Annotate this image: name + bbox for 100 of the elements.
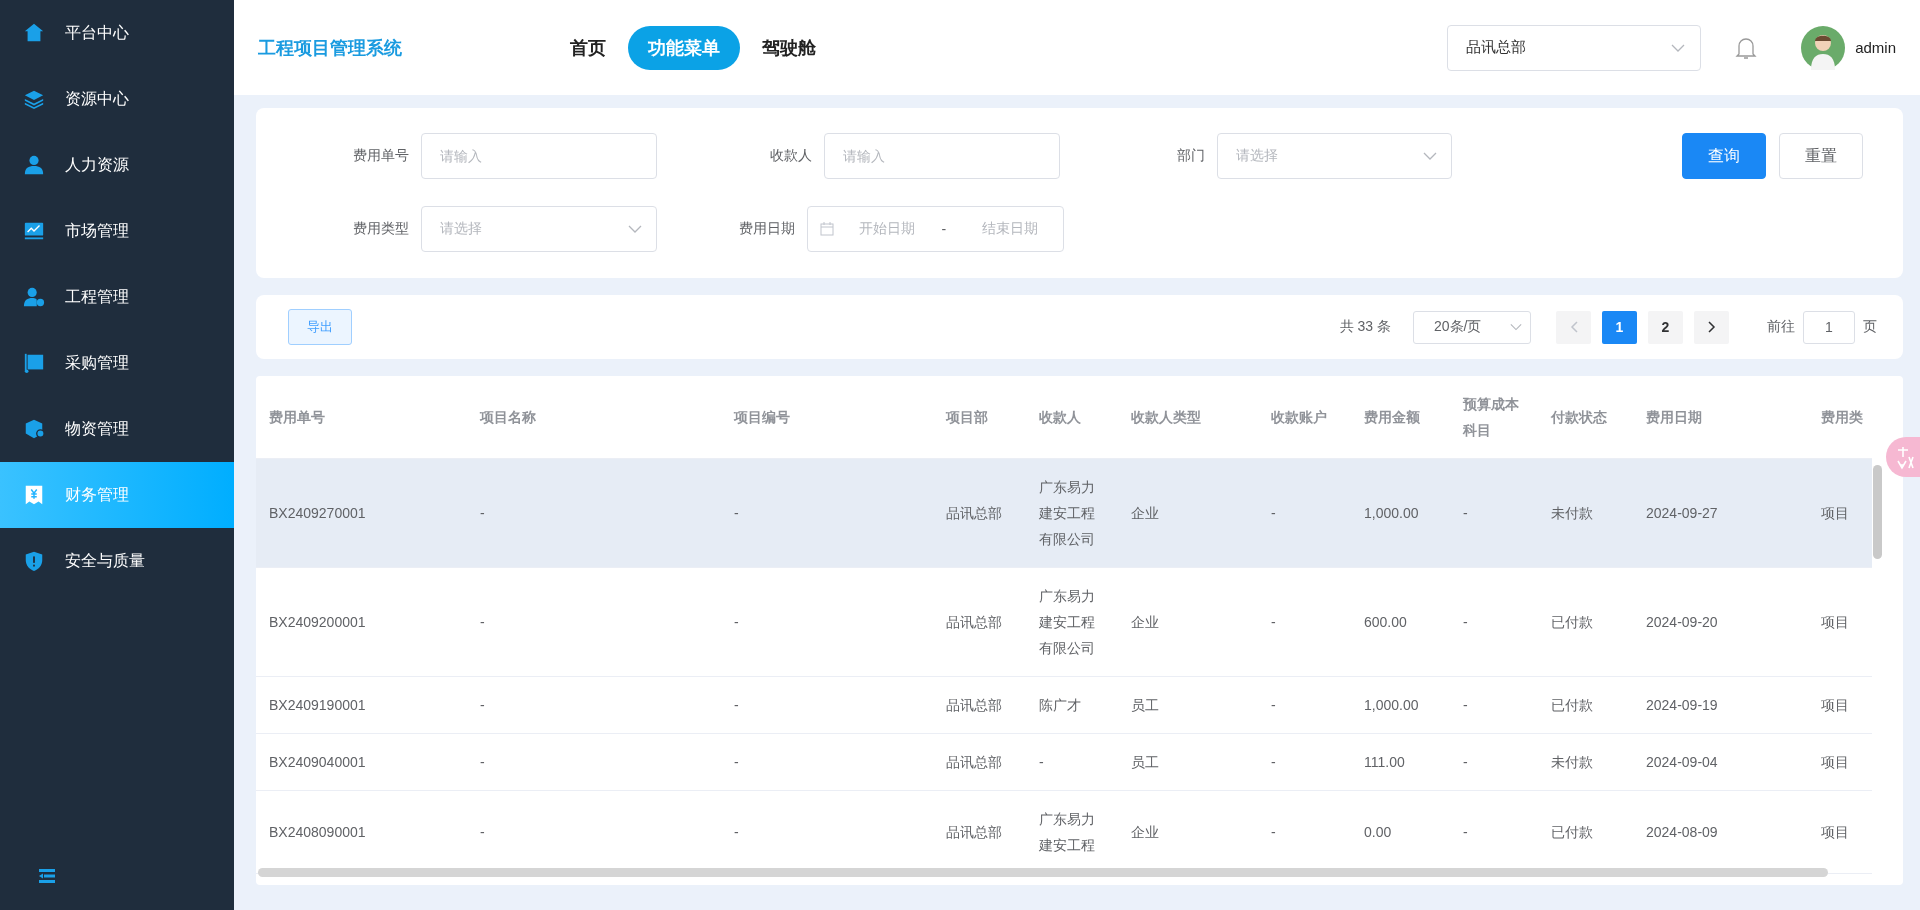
column-header: 付款状态 [1550, 408, 1608, 427]
sidebar-item[interactable]: 人力资源 [0, 132, 234, 198]
table-cell-text: BX2408090001 [268, 823, 367, 842]
table-cell-text: - [1038, 753, 1045, 772]
horizontal-scrollbar[interactable] [258, 868, 1828, 877]
field-label: 费用日期 [737, 220, 796, 238]
table-cell-text: - [1270, 823, 1277, 842]
table-cell-text: 2024-09-19 [1645, 696, 1719, 715]
nav-tab[interactable]: 驾驶舱 [742, 25, 836, 70]
menu-item-icon [23, 418, 45, 440]
table-cell-text: 陈广才 [1038, 696, 1082, 715]
table-cell-text: 已付款 [1550, 696, 1594, 715]
sidebar-item[interactable]: 物资管理 [0, 396, 234, 462]
date-range-field[interactable]: 开始日期 - 结束日期 [806, 206, 1064, 252]
table-cell-text: 企业 [1130, 613, 1160, 632]
table-cell-text: - [1270, 696, 1277, 715]
vertical-scrollbar[interactable] [1873, 465, 1882, 559]
menu-item-icon [23, 220, 45, 242]
goto-suffix: 页 [1863, 318, 1877, 336]
column-header: 费用类 [1820, 408, 1864, 427]
table-cell-text: 品讯总部 [945, 613, 1003, 632]
column-header: 收款账户 [1270, 408, 1328, 427]
translate-icon[interactable] [1886, 437, 1920, 477]
sidebar-item[interactable]: 市场管理 [0, 198, 234, 264]
table-cell-text: 111.00 [1363, 753, 1406, 772]
field-label: 费用类型 [352, 220, 410, 238]
table-cell-text: - [1462, 823, 1469, 842]
sidebar-item[interactable]: 平台中心 [0, 0, 234, 66]
page-button[interactable]: 2 [1648, 310, 1683, 344]
table-cell-text: 1,000.00 [1363, 696, 1420, 715]
table-cell-text: 广东易力建安工程有限公司 [1038, 587, 1096, 658]
column-header: 项目名称 [478, 408, 537, 427]
field-label: 费用单号 [352, 147, 410, 165]
user-name: admin [1855, 39, 1896, 56]
table-cell-text: - [1462, 613, 1469, 632]
calendar-icon [819, 222, 834, 236]
menu-item-icon [23, 550, 45, 572]
menu-collapse-icon[interactable] [39, 869, 55, 883]
table-cell-text: 品讯总部 [945, 696, 1003, 715]
table-cell-text: 0.00 [1363, 823, 1393, 842]
table-cell-text: - [1270, 753, 1277, 772]
table-cell-text: 企业 [1130, 823, 1160, 842]
search-button[interactable]: 查询 [1682, 133, 1766, 179]
next-page-button[interactable] [1694, 310, 1729, 344]
goto-label: 前往 [1767, 318, 1795, 336]
column-header: 预算成本科目 [1461, 395, 1520, 440]
table-cell-text: - [479, 823, 486, 842]
table-cell-text: - [479, 696, 486, 715]
menu-item-icon [23, 88, 45, 110]
sidebar-item[interactable]: 安全与质量 [0, 528, 234, 594]
caret-icon [628, 225, 642, 233]
table-cell-text: - [479, 753, 486, 772]
table-cell-text: 项目 [1820, 823, 1850, 842]
menu-item-icon [23, 352, 45, 374]
reset-button[interactable]: 重置 [1779, 133, 1863, 179]
table-cell-text: 已付款 [1550, 823, 1594, 842]
text-field[interactable]: 请输入 [421, 133, 657, 179]
sidebar-item[interactable]: 工程管理 [0, 264, 234, 330]
table-cell-text: 未付款 [1550, 753, 1594, 772]
prev-page-button[interactable] [1556, 310, 1591, 344]
user-avatar[interactable] [1801, 25, 1846, 70]
table-cell-text: - [1270, 613, 1277, 632]
menu-item-icon [23, 286, 45, 308]
caret-icon [1510, 323, 1522, 331]
menu-item-icon [23, 484, 45, 506]
text-field[interactable]: 请输入 [824, 133, 1060, 179]
field-label: 部门 [1175, 147, 1206, 165]
sidebar-item[interactable]: 资源中心 [0, 66, 234, 132]
table-cell-text: - [733, 613, 740, 632]
chevron-left-icon [1569, 321, 1578, 333]
total-count: 共 33 条 [1339, 318, 1391, 336]
table-cell-text: 2024-09-04 [1645, 753, 1719, 772]
table-cell-text: 品讯总部 [945, 823, 1003, 842]
column-header: 收款人类型 [1130, 408, 1202, 427]
notification-bell-icon[interactable] [1735, 35, 1758, 60]
column-header: 费用日期 [1645, 408, 1703, 427]
table-cell-text: 员工 [1130, 753, 1160, 772]
column-header: 费用单号 [268, 408, 326, 427]
caret-icon [1423, 152, 1437, 160]
goto-page-field[interactable]: 1 [1803, 310, 1855, 344]
chevron-right-icon [1707, 321, 1716, 333]
table-cell-text: 员工 [1130, 696, 1160, 715]
table-cell-text: - [1462, 696, 1469, 715]
nav-tab[interactable]: 首页 [550, 25, 626, 70]
sidebar-item[interactable]: 采购管理 [0, 330, 234, 396]
page-button[interactable]: 1 [1602, 310, 1637, 344]
page-size-select[interactable]: 20条/页 [1413, 310, 1531, 344]
table-cell-text: 2024-08-09 [1645, 823, 1719, 842]
table-cell-text: - [479, 613, 486, 632]
column-header: 项目编号 [732, 408, 791, 427]
table-cell-text: 600.00 [1363, 613, 1408, 632]
caret-icon [1670, 43, 1687, 52]
table-cell-text: BX2409200001 [268, 613, 367, 632]
field-label: 收款人 [769, 147, 813, 165]
table-cell-text: 广东易力建安工程 [1038, 810, 1096, 855]
table-cell-text: 已付款 [1550, 613, 1594, 632]
app-title: 工程项目管理系统 [258, 36, 403, 60]
org-select[interactable]: 品讯总部 [1447, 24, 1702, 71]
menu-item-icon [23, 22, 45, 44]
table-cell-text: - [1462, 753, 1469, 772]
